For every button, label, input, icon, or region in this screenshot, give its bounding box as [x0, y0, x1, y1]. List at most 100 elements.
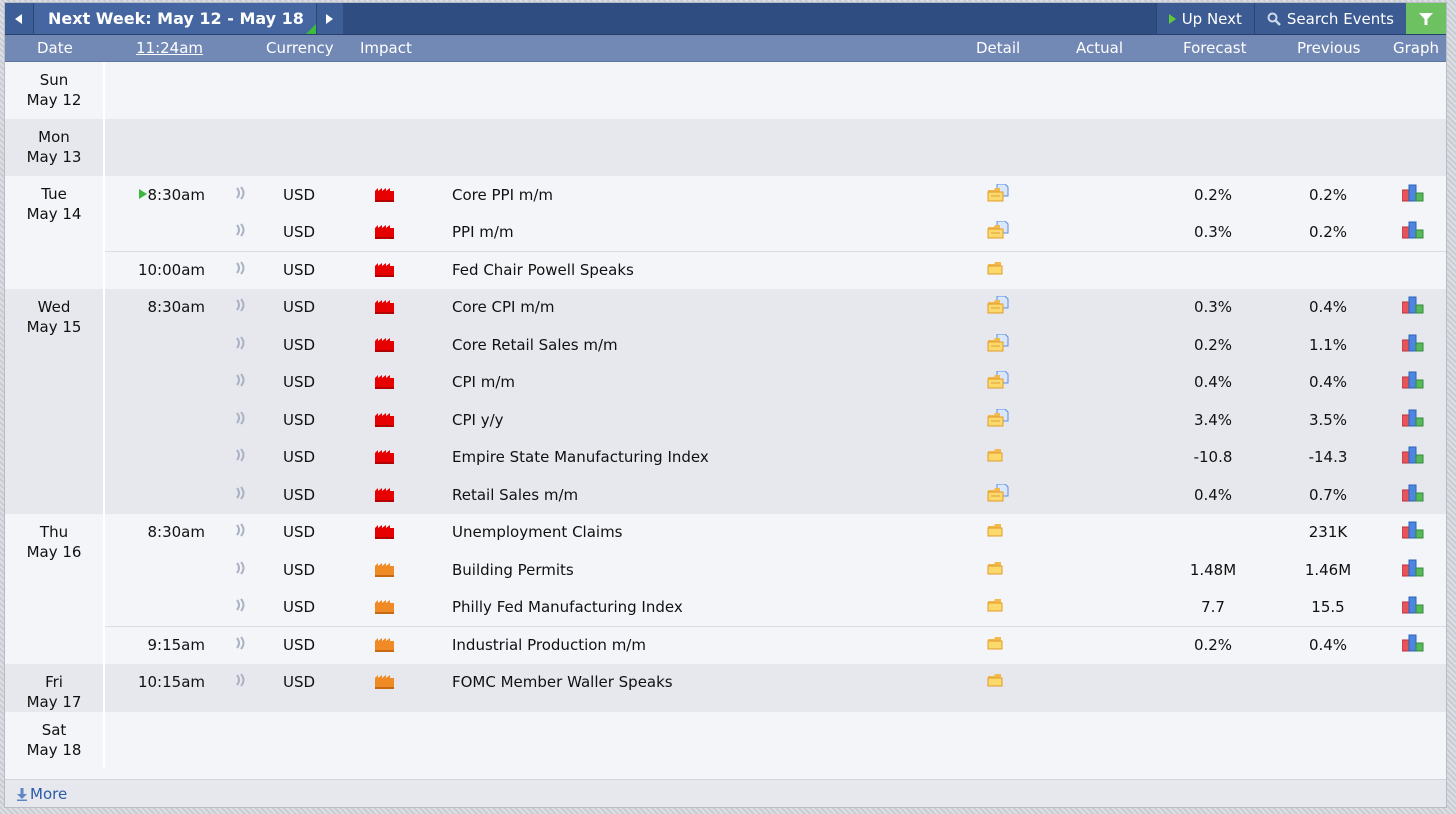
- event-title[interactable]: Core Retail Sales m/m: [452, 336, 618, 354]
- sound-alert-icon[interactable]: [235, 561, 247, 579]
- event-row[interactable]: USD Building Permits 1.48M 1.46M: [105, 551, 1446, 589]
- high-impact-icon[interactable]: [375, 487, 394, 502]
- event-row[interactable]: 8:30am USD Core CPI m/m 0.3% 0.4%: [105, 289, 1446, 327]
- detail-folder-icon[interactable]: [987, 448, 1009, 466]
- event-currency: USD: [283, 523, 316, 542]
- event-title[interactable]: Industrial Production m/m: [452, 636, 646, 654]
- graph-icon[interactable]: [1401, 446, 1424, 468]
- up-next-button[interactable]: Up Next: [1155, 3, 1254, 34]
- sound-alert-icon[interactable]: [235, 448, 247, 466]
- medium-impact-icon[interactable]: [375, 562, 394, 577]
- high-impact-icon[interactable]: [375, 225, 394, 240]
- event-row[interactable]: 10:00am USD Fed Chair Powell Speaks: [105, 251, 1446, 289]
- day-cell: Sat May 18: [5, 711, 105, 769]
- graph-icon[interactable]: [1401, 371, 1424, 393]
- graph-icon[interactable]: [1401, 559, 1424, 581]
- event-title[interactable]: Unemployment Claims: [452, 523, 623, 541]
- detail-folder-doc-icon[interactable]: [987, 183, 1009, 206]
- graph-icon[interactable]: [1401, 521, 1424, 543]
- detail-folder-doc-icon[interactable]: [987, 483, 1009, 506]
- detail-folder-doc-icon[interactable]: [987, 408, 1009, 431]
- event-row[interactable]: USD Core Retail Sales m/m 0.2% 1.1%: [105, 326, 1446, 364]
- event-row[interactable]: USD PPI m/m 0.3% 0.2%: [105, 214, 1446, 252]
- search-events-button[interactable]: Search Events: [1253, 3, 1406, 34]
- detail-folder-icon[interactable]: [987, 561, 1009, 579]
- high-impact-icon[interactable]: [375, 263, 394, 278]
- graph-icon[interactable]: [1401, 184, 1424, 206]
- detail-folder-icon[interactable]: [987, 673, 1009, 691]
- event-title[interactable]: Building Permits: [452, 561, 574, 579]
- graph-icon[interactable]: [1401, 596, 1424, 618]
- graph-icon[interactable]: [1401, 484, 1424, 506]
- event-forecast: 0.2%: [1193, 636, 1233, 655]
- sound-alert-icon[interactable]: [235, 373, 247, 391]
- event-row[interactable]: USD Retail Sales m/m 0.4% 0.7%: [105, 476, 1446, 514]
- detail-folder-doc-icon[interactable]: [987, 220, 1009, 243]
- sound-alert-icon[interactable]: [235, 523, 247, 541]
- event-title[interactable]: Fed Chair Powell Speaks: [452, 261, 634, 279]
- event-title[interactable]: CPI m/m: [452, 373, 515, 391]
- high-impact-icon[interactable]: [375, 300, 394, 315]
- detail-folder-doc-icon[interactable]: [987, 370, 1009, 393]
- graph-icon[interactable]: [1401, 296, 1424, 318]
- graph-icon[interactable]: [1401, 409, 1424, 431]
- event-title[interactable]: Core PPI m/m: [452, 186, 553, 204]
- sound-alert-icon[interactable]: [235, 298, 247, 316]
- event-row[interactable]: 8:30am USD Core PPI m/m 0.2% 0.2%: [105, 176, 1446, 214]
- event-title[interactable]: CPI y/y: [452, 411, 504, 429]
- event-title[interactable]: Empire State Manufacturing Index: [452, 448, 709, 466]
- event-row[interactable]: USD Philly Fed Manufacturing Index 7.7 1…: [105, 589, 1446, 627]
- event-row[interactable]: USD CPI y/y 3.4% 3.5%: [105, 401, 1446, 439]
- detail-folder-icon[interactable]: [987, 636, 1009, 654]
- event-title[interactable]: FOMC Member Waller Speaks: [452, 673, 673, 691]
- event-currency: USD: [283, 598, 316, 617]
- high-impact-icon[interactable]: [375, 187, 394, 202]
- sound-alert-icon[interactable]: [235, 261, 247, 279]
- detail-folder-icon[interactable]: [987, 523, 1009, 541]
- event-title[interactable]: Retail Sales m/m: [452, 486, 578, 504]
- detail-folder-icon[interactable]: [987, 598, 1009, 616]
- event-title[interactable]: PPI m/m: [452, 223, 514, 241]
- sound-alert-icon[interactable]: [235, 673, 247, 691]
- sound-alert-icon[interactable]: [235, 598, 247, 616]
- graph-icon[interactable]: [1401, 634, 1424, 656]
- event-row[interactable]: 10:15am USD FOMC Member Waller Speaks: [105, 664, 1446, 702]
- high-impact-icon[interactable]: [375, 412, 394, 427]
- sound-alert-icon[interactable]: [235, 336, 247, 354]
- day-group-sat: Sat May 18: [5, 711, 1446, 769]
- event-row[interactable]: USD Empire State Manufacturing Index -10…: [105, 439, 1446, 477]
- filter-button[interactable]: [1406, 3, 1446, 34]
- high-impact-icon[interactable]: [375, 375, 394, 390]
- event-previous: 0.4%: [1308, 373, 1348, 392]
- sound-alert-icon[interactable]: [235, 411, 247, 429]
- week-title[interactable]: Next Week: May 12 - May 18: [34, 3, 316, 34]
- high-impact-icon[interactable]: [375, 337, 394, 352]
- detail-folder-icon[interactable]: [987, 261, 1009, 279]
- sound-alert-icon[interactable]: [235, 636, 247, 654]
- medium-impact-icon[interactable]: [375, 638, 394, 653]
- event-title[interactable]: Core CPI m/m: [452, 298, 554, 316]
- sound-alert-icon[interactable]: [235, 223, 247, 241]
- event-title[interactable]: Philly Fed Manufacturing Index: [452, 598, 683, 616]
- detail-folder-doc-icon[interactable]: [987, 333, 1009, 356]
- next-week-button[interactable]: [315, 3, 343, 34]
- day-group-fri: Fri May 17 10:15am USD FOMC Member Walle…: [5, 663, 1446, 712]
- medium-impact-icon[interactable]: [375, 675, 394, 690]
- graph-icon[interactable]: [1401, 334, 1424, 356]
- previous-week-button[interactable]: [5, 3, 34, 34]
- event-time: 9:15am: [105, 636, 206, 654]
- more-link[interactable]: More: [17, 785, 67, 803]
- event-forecast: -10.8: [1193, 448, 1233, 467]
- detail-folder-doc-icon[interactable]: [987, 295, 1009, 318]
- event-row[interactable]: 8:30am USD Unemployment Claims 231K: [105, 514, 1446, 552]
- event-row[interactable]: 9:15am USD Industrial Production m/m 0.2…: [105, 626, 1446, 664]
- sound-alert-icon[interactable]: [235, 186, 247, 204]
- high-impact-icon[interactable]: [375, 525, 394, 540]
- col-date: Date: [37, 39, 73, 57]
- sound-alert-icon[interactable]: [235, 486, 247, 504]
- graph-icon[interactable]: [1401, 221, 1424, 243]
- high-impact-icon[interactable]: [375, 450, 394, 465]
- medium-impact-icon[interactable]: [375, 600, 394, 615]
- event-row[interactable]: USD CPI m/m 0.4% 0.4%: [105, 364, 1446, 402]
- current-time-link[interactable]: 11:24am: [136, 39, 203, 57]
